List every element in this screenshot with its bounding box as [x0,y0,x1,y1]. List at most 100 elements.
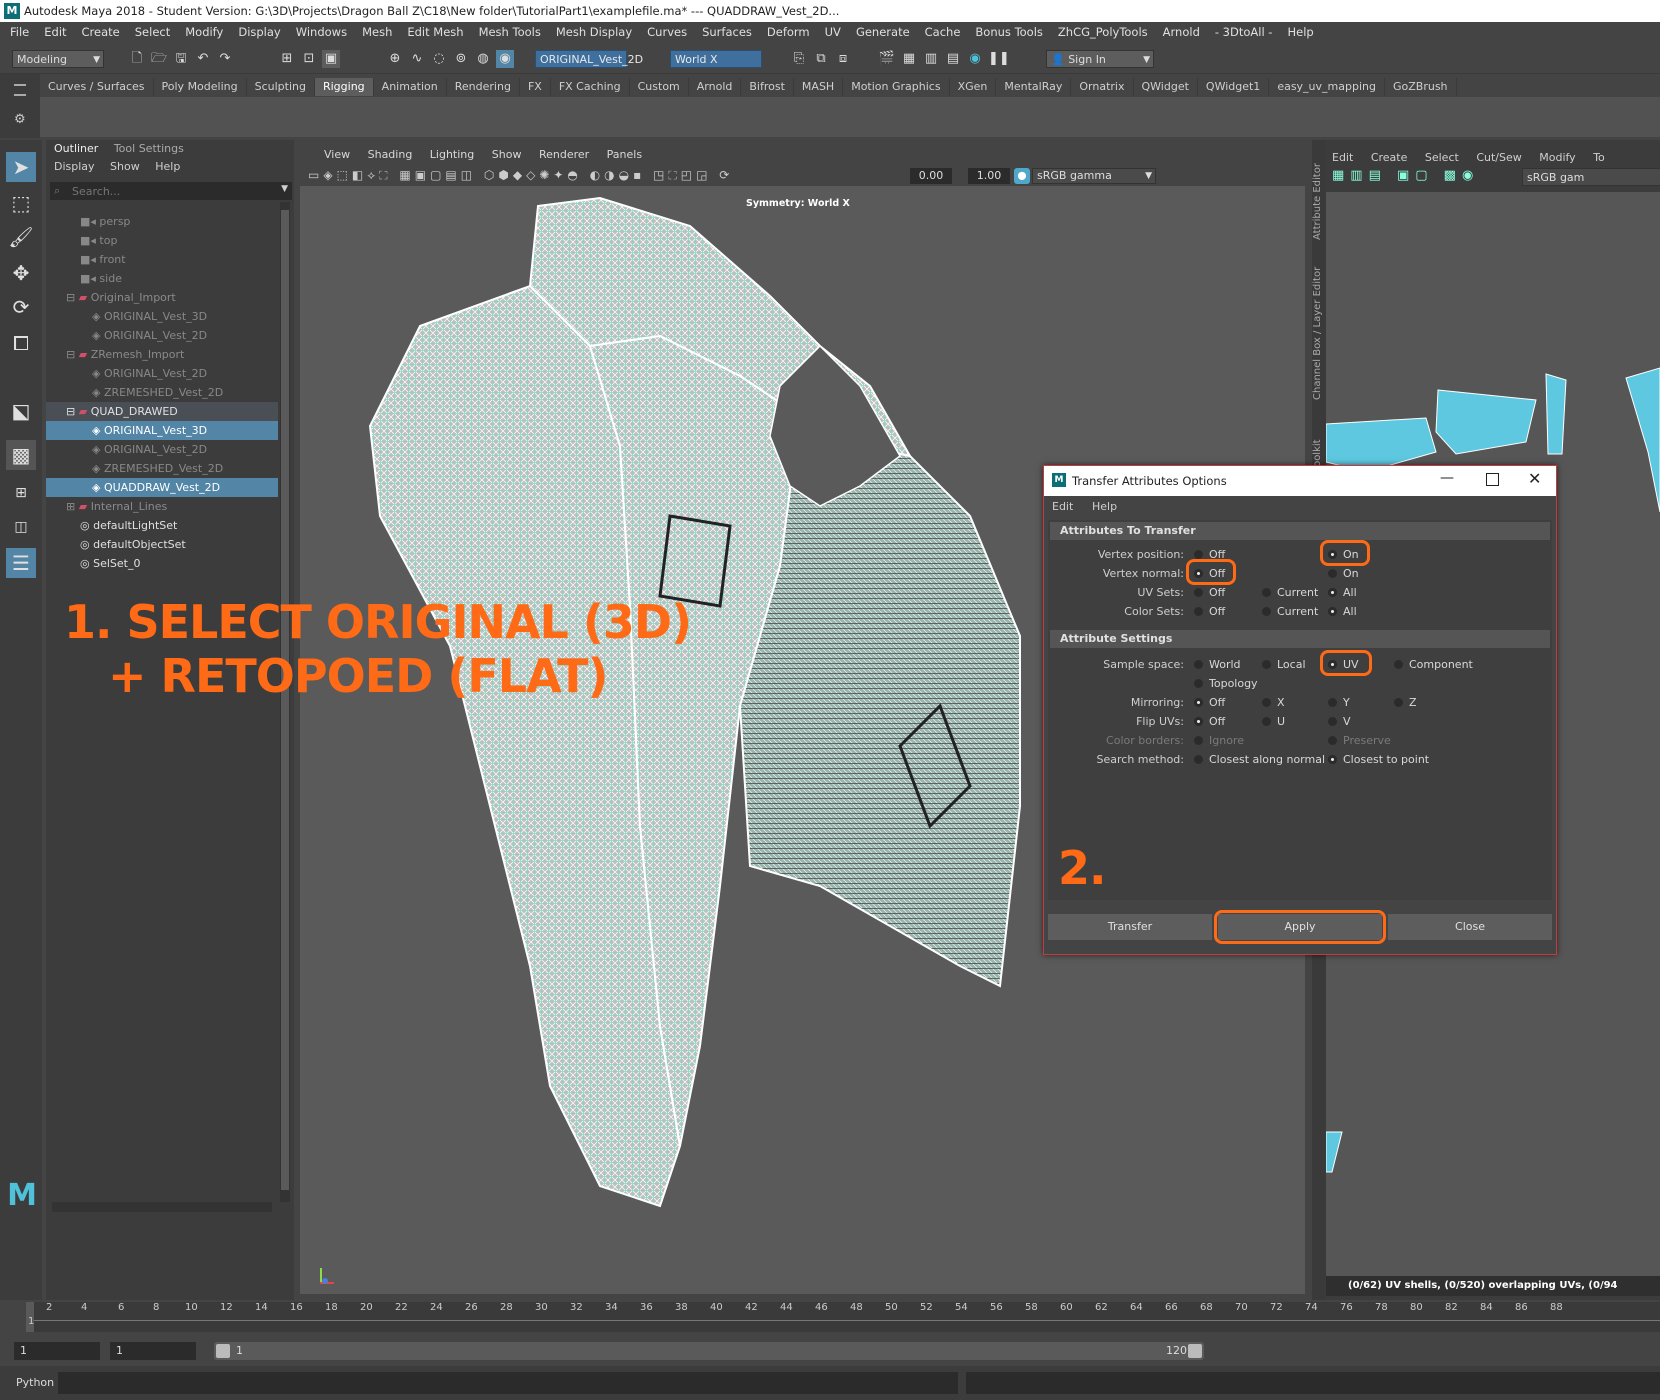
expand-icon[interactable]: ⊟ [66,405,75,418]
uv-menu-modify[interactable]: Modify [1539,151,1575,164]
menu-curves[interactable]: Curves [647,25,687,39]
select-component-icon[interactable]: ▣ [322,50,340,68]
uv-sets-current-radio[interactable]: Current [1262,586,1318,599]
menu-surfaces[interactable]: Surfaces [702,25,752,39]
menu-windows[interactable]: Windows [296,25,347,39]
menu-display[interactable]: Display [238,25,280,39]
snap-point-icon[interactable]: ◌ [430,50,448,68]
menu-arnold[interactable]: Arnold [1163,25,1200,39]
shelf-tab-bifrost[interactable]: Bifrost [741,78,794,96]
outliner-search-input[interactable] [70,183,274,199]
outliner-hscrollbar[interactable] [52,1202,272,1212]
menu-modify[interactable]: Modify [185,25,223,39]
uv-menu-tools[interactable]: To [1593,151,1605,164]
sample-space-component-radio[interactable]: Component [1394,658,1473,671]
menu-select[interactable]: Select [135,25,170,39]
sample-space-topology-radio[interactable]: Topology [1194,677,1258,690]
tab-tool-settings[interactable]: Tool Settings [114,142,184,155]
outliner-search-bar[interactable]: ⌕ ▼ [50,182,292,200]
list-item[interactable]: ■◂ side [46,269,278,288]
mirroring-z-radio[interactable]: Z [1394,696,1417,709]
uv-menu-cut-sew[interactable]: Cut/Sew [1476,151,1521,164]
select-hierarchy-icon[interactable]: ⊞ [278,50,296,68]
color-sets-current-radio[interactable]: Current [1262,605,1318,618]
list-item[interactable]: ◈ ORIGINAL_Vest_2D [46,326,278,345]
range-end-handle[interactable] [1188,1344,1202,1358]
uv-toolbar-icons[interactable]: ▦▥▤ ▣▢ ▩◉ [1332,168,1479,183]
input-ops-icon[interactable]: ⧉ [812,50,830,68]
shelf-tab-xgen[interactable]: XGen [950,78,997,96]
shelf-tab-qwidget1[interactable]: QWidget1 [1198,78,1270,96]
list-item[interactable]: ◈ ZREMESHED_Vest_2D [46,459,278,478]
flip-uvs-v-radio[interactable]: V [1328,715,1351,728]
list-item[interactable]: ■◂ top [46,231,278,250]
menu-mesh-tools[interactable]: Mesh Tools [479,25,541,39]
shelf-tab-custom[interactable]: Custom [630,78,689,96]
maximize-icon[interactable] [1486,473,1499,486]
ipr-render-icon[interactable]: ▥ [922,50,940,68]
viewport-menu-lighting[interactable]: Lighting [430,148,474,161]
select-tool-icon[interactable]: ➤ [6,152,36,182]
search-method-closest-point-radio[interactable]: Closest to point [1328,753,1429,766]
symmetry-field[interactable]: World X [670,50,762,68]
time-slider-track[interactable]: 1 2 4 6 8 10 12 14 16 18 20 22 24 26 28 … [26,1302,1660,1332]
close-button[interactable]: Close [1388,914,1552,940]
shelf-tab-qwidget[interactable]: QWidget [1134,78,1198,96]
construction-history-icon[interactable]: ⎘ [790,50,808,68]
render-settings-icon[interactable]: ▤ [944,50,962,68]
transfer-button[interactable]: Transfer [1048,914,1212,940]
list-item[interactable]: ⊟ ▰ QUAD_DRAWED [46,402,278,421]
outliner-menu-show[interactable]: Show [110,160,140,173]
snap-curve-icon[interactable]: ∿ [408,50,426,68]
uv-menu-edit[interactable]: Edit [1332,151,1353,164]
menu-bonus-tools[interactable]: Bonus Tools [975,25,1042,39]
menu-3dtoall[interactable]: - 3DtoAll - [1215,25,1273,39]
shelf-tab-easy-uv-mapping[interactable]: easy_uv_mapping [1269,78,1385,96]
object-name-field[interactable]: ORIGINAL_Vest_2D [535,50,643,68]
section-attribute-settings[interactable]: Attribute Settings [1050,630,1550,648]
undo-icon[interactable]: ↶ [194,50,212,68]
list-item[interactable]: ◈ ORIGINAL_Vest_3D [46,421,278,440]
outliner-menu-display[interactable]: Display [54,160,95,173]
viewport-menu-renderer[interactable]: Renderer [539,148,589,161]
vertex-normal-on-radio[interactable]: On [1328,567,1359,580]
sample-space-world-radio[interactable]: World [1194,658,1241,671]
range-bar[interactable]: 1 120 [214,1342,1204,1360]
list-item[interactable]: ◎ defaultObjectSet [46,535,278,554]
playback-start-field[interactable]: 1 [110,1342,196,1360]
menu-edit[interactable]: Edit [44,25,66,39]
menu-edit-mesh[interactable]: Edit Mesh [407,25,463,39]
command-input[interactable] [58,1372,958,1394]
shelf-tab-ornatrix[interactable]: Ornatrix [1071,78,1134,96]
shelf-tab-motion-graphics[interactable]: Motion Graphics [843,78,950,96]
uv-sets-all-radio[interactable]: All [1328,586,1357,599]
rotate-tool-icon[interactable]: ⟳ [6,292,36,322]
expand-icon[interactable]: ⊞ [66,500,75,513]
dialog-menu-edit[interactable]: Edit [1052,500,1073,513]
list-item[interactable]: ◎ SelSet_0 [46,554,278,573]
expand-icon[interactable]: ⊟ [66,348,75,361]
expand-icon[interactable]: ⊟ [66,291,75,304]
viewport-camera-icons[interactable]: ▭◈⬚◧⟡⛶ ▦▣▢▤◫ ⬡⬢◆◇✺✦◓ ◐◑◒▪ ◳⛶◰◲ ⟳ [308,168,733,183]
tab-channel-box[interactable]: Channel Box / Layer Editor [1312,267,1323,400]
single-view-layout-icon[interactable]: ▩ [6,440,36,470]
menu-create[interactable]: Create [82,25,120,39]
shelf-tab-sculpting[interactable]: Sculpting [247,78,315,96]
viewport-menu-view[interactable]: View [324,148,350,161]
hypershade-icon[interactable]: ◉ [966,50,984,68]
four-view-layout-icon[interactable]: ⊞ [6,478,36,508]
shelf-tab-poly-modeling[interactable]: Poly Modeling [154,78,247,96]
pause-icon[interactable]: ❚❚ [988,50,1010,68]
mirroring-x-radio[interactable]: X [1262,696,1285,709]
snap-live-icon[interactable]: ◉ [496,50,514,68]
uv-menu-select[interactable]: Select [1425,151,1459,164]
menu-uv[interactable]: UV [825,25,841,39]
shelf-tab-gozbrush[interactable]: GoZBrush [1385,78,1457,96]
color-sets-all-radio[interactable]: All [1328,605,1357,618]
shelf-tab-mentalray[interactable]: MentalRay [996,78,1072,96]
uv-sets-off-radio[interactable]: Off [1194,586,1225,599]
outliner-layout-icon[interactable]: ☰ [6,548,36,578]
menu-deform[interactable]: Deform [767,25,810,39]
list-item[interactable]: ⊟ ▰ ZRemesh_Import [46,345,278,364]
list-item[interactable]: ◈ ORIGINAL_Vest_3D [46,307,278,326]
